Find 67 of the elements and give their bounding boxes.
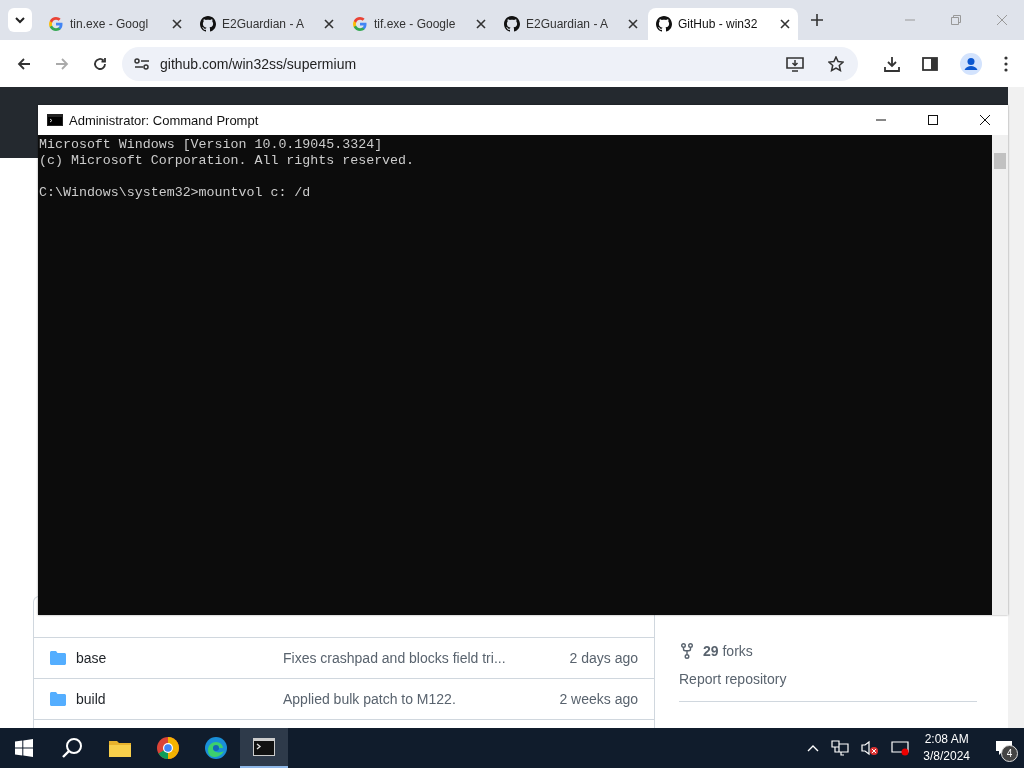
side-panel-icon[interactable] [922,55,938,72]
github-icon [200,16,216,32]
taskbar-button[interactable] [240,728,288,768]
tab-title: GitHub - win32 [678,17,759,31]
window-title: Administrator: Command Prompt [69,112,259,128]
terminal-icon [253,738,275,756]
console-line: Microsoft Windows [Version 10.0.19045.3324] [39,137,383,152]
install-icon[interactable] [786,55,804,72]
commit-time: 2 days ago [569,650,638,666]
star-icon[interactable] [828,55,844,72]
close-icon[interactable] [979,114,991,126]
browser-tab[interactable]: E2Guardian - A [496,8,646,40]
github-icon [656,16,672,32]
google-icon [352,16,368,32]
tab-search-button[interactable] [8,8,32,32]
notification-count: 4 [1001,745,1018,762]
profile-icon[interactable] [960,52,982,75]
folder-icon [50,651,66,665]
tab-title: tif.exe - Google [374,17,457,31]
chevron-up-icon[interactable] [807,744,820,752]
console-icon [47,114,63,126]
tab-title: E2Guardian - A [222,17,306,31]
file-name-link[interactable]: build [76,691,283,707]
commit-message-link[interactable]: Fixes crashpad and blocks field tri... [283,650,570,666]
windows-logo-icon [15,739,33,757]
tab-title: tin.exe - Googl [70,17,150,31]
commit-message-link[interactable]: Applied bulk patch to M122. [283,691,560,707]
close-icon[interactable] [628,19,638,29]
close-icon[interactable] [780,19,790,29]
maximize-icon[interactable] [927,114,939,126]
new-tab-icon[interactable] [810,13,824,27]
volume-muted-icon[interactable] [861,740,880,756]
browser-tab[interactable]: tin.exe - Googl [40,8,190,40]
search-icon [61,737,83,759]
github-icon [504,16,520,32]
close-icon[interactable] [476,19,486,29]
address-bar[interactable]: github.com/win32ss/supermium [122,46,858,81]
browser-tab[interactable]: E2Guardian - A [192,8,342,40]
network-icon[interactable] [831,740,850,756]
folder-icon [109,739,131,757]
site-settings-icon[interactable] [134,56,150,71]
file-name-link[interactable]: base [76,650,283,666]
google-icon [48,16,64,32]
fork-icon [681,643,693,659]
close-icon[interactable] [324,19,334,29]
tab-title: E2Guardian - A [526,17,610,31]
back-icon[interactable] [16,55,32,72]
clock[interactable]: 2:08 AM 3/8/2024 [923,731,970,765]
scrollbar[interactable] [992,135,1008,615]
edge-icon [204,736,228,760]
forks-link[interactable]: 29 forks [703,643,753,659]
browser-tab[interactable]: GitHub - win32 [648,8,798,40]
folder-icon [50,692,66,706]
console-line: C:\Windows\system32>mountvol c: /d [39,185,311,200]
download-icon[interactable] [884,55,900,72]
scrollbar[interactable] [1008,87,1024,728]
reload-icon[interactable] [92,55,108,72]
close-icon[interactable] [172,19,182,29]
console-line: (c) Microsoft Corporation. All rights reserved. [39,153,415,168]
browser-tab[interactable]: tif.exe - Google [344,8,494,40]
caret-icon [14,14,26,26]
display-icon[interactable] [891,740,910,756]
chrome-icon [156,736,180,760]
commit-time: 2 weeks ago [559,691,638,707]
report-repository-link[interactable]: Report repository [679,671,787,687]
notification-button[interactable]: 4 [984,728,1024,768]
menu-icon[interactable] [1004,55,1008,72]
